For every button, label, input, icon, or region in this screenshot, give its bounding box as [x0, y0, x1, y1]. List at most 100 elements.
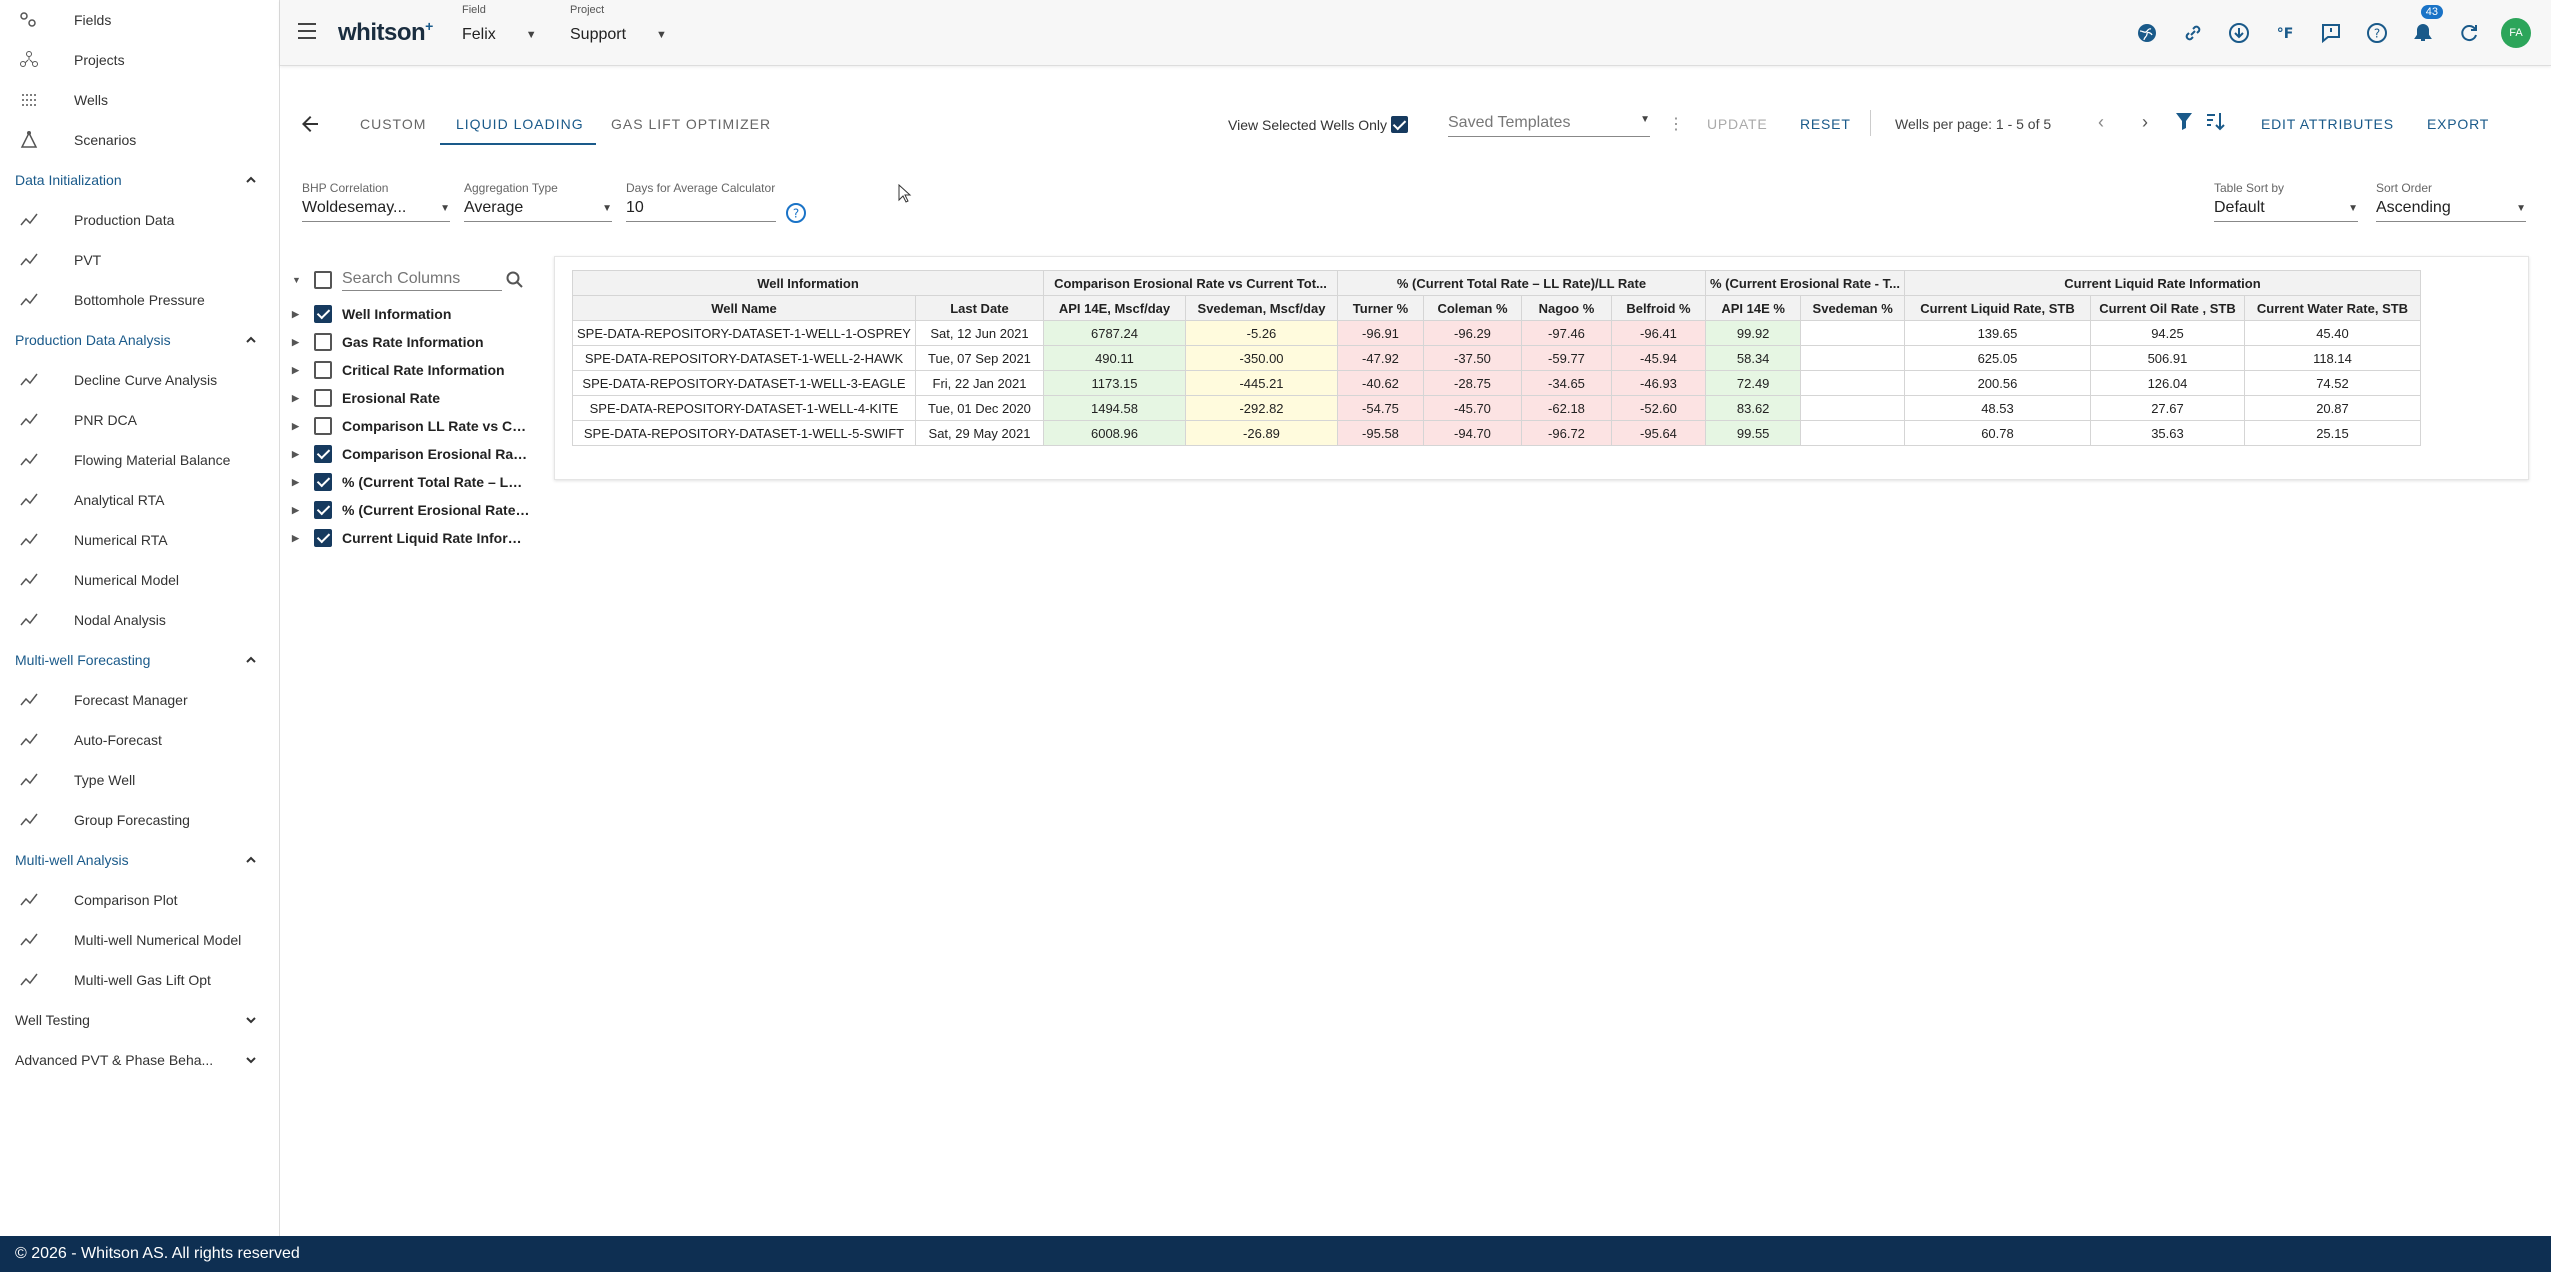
table-sort-by-select[interactable]: Table Sort by Default ▼ — [2214, 181, 2358, 222]
expand-caret-icon[interactable]: ▶ — [292, 505, 302, 516]
expand-all-icon[interactable]: ▼ — [292, 275, 302, 285]
refresh-icon[interactable] — [2455, 19, 2483, 47]
tree-checkbox[interactable] — [314, 305, 332, 323]
sidebar-item-bottomhole-pressure[interactable]: Bottomhole Pressure — [0, 280, 279, 320]
tree-checkbox[interactable] — [314, 417, 332, 435]
sidebar-section-multi-well-forecasting[interactable]: Multi-well Forecasting — [0, 640, 279, 680]
feedback-icon[interactable] — [2317, 19, 2345, 47]
column-header[interactable]: Coleman % — [1422, 295, 1522, 321]
tree-item-current-total-rate-ll-r[interactable]: ▶ % (Current Total Rate – LL R... — [288, 468, 548, 496]
sidebar-section-production-data-analysis[interactable]: Production Data Analysis — [0, 320, 279, 360]
globe-icon[interactable] — [2133, 19, 2161, 47]
sort-icon[interactable] — [2204, 110, 2226, 132]
sidebar-item-nodal-analysis[interactable]: Nodal Analysis — [0, 600, 279, 640]
tree-checkbox[interactable] — [314, 389, 332, 407]
column-header[interactable]: Current Water Rate, STB — [2243, 295, 2421, 321]
sidebar-item-type-well[interactable]: Type Well — [0, 760, 279, 800]
sidebar-item-pnr-dca[interactable]: PNR DCA — [0, 400, 279, 440]
sidebar-item-comparison-plot[interactable]: Comparison Plot — [0, 880, 279, 920]
bell-icon[interactable]: 43 — [2409, 5, 2443, 47]
tab-custom[interactable]: CUSTOM — [360, 116, 426, 132]
expand-caret-icon[interactable]: ▶ — [292, 337, 302, 348]
column-header[interactable]: API 14E % — [1704, 295, 1802, 321]
column-header[interactable]: Svedeman % — [1800, 295, 1905, 321]
help-icon[interactable]: ? — [2363, 19, 2391, 47]
next-page-icon[interactable]: › — [2142, 112, 2148, 133]
sidebar-item-projects[interactable]: Projects — [0, 40, 279, 80]
tree-checkbox[interactable] — [314, 333, 332, 351]
tab-liquid-loading[interactable]: LIQUID LOADING — [456, 116, 584, 132]
column-header[interactable]: Well Name — [572, 295, 916, 321]
sidebar-item-scenarios[interactable]: Scenarios — [0, 120, 279, 160]
tree-item-comparison-erosional-rate[interactable]: ▶ Comparison Erosional Rate ... — [288, 440, 548, 468]
sidebar-item-flowing-material-balance[interactable]: Flowing Material Balance — [0, 440, 279, 480]
tree-checkbox[interactable] — [314, 361, 332, 379]
table-row[interactable]: SPE-DATA-REPOSITORY-DATASET-1-WELL-1-OSP… — [572, 320, 2421, 346]
filter-icon[interactable] — [2174, 110, 2194, 132]
bhp-correlation-select[interactable]: BHP Correlation Woldesemay... ▼ — [302, 181, 450, 222]
sidebar-item-multi-well-numerical-model[interactable]: Multi-well Numerical Model — [0, 920, 279, 960]
tree-item-erosional-rate[interactable]: ▶ Erosional Rate — [288, 384, 548, 412]
select-all-checkbox[interactable] — [314, 271, 332, 289]
reset-button[interactable]: RESET — [1800, 116, 1851, 132]
column-header[interactable]: Last Date — [914, 295, 1044, 321]
download-icon[interactable] — [2225, 19, 2253, 47]
sidebar-item-group-forecasting[interactable]: Group Forecasting — [0, 800, 279, 840]
sidebar-section-well-testing[interactable]: Well Testing — [0, 1000, 279, 1040]
column-header[interactable]: Current Oil Rate , STB — [2089, 295, 2245, 321]
tree-item-gas-rate-information[interactable]: ▶ Gas Rate Information — [288, 328, 548, 356]
expand-caret-icon[interactable]: ▶ — [292, 533, 302, 544]
expand-caret-icon[interactable]: ▶ — [292, 365, 302, 376]
sidebar-item-wells[interactable]: Wells — [0, 80, 279, 120]
table-row[interactable]: SPE-DATA-REPOSITORY-DATASET-1-WELL-4-KIT… — [572, 395, 2421, 421]
sidebar-item-pvt[interactable]: PVT — [0, 240, 279, 280]
export-button[interactable]: EXPORT — [2427, 116, 2489, 132]
project-selector[interactable]: Project Support ▼ — [570, 4, 667, 44]
column-header[interactable]: Turner % — [1336, 295, 1424, 321]
column-header[interactable]: API 14E, Mscf/day — [1042, 295, 1186, 321]
expand-caret-icon[interactable]: ▶ — [292, 421, 302, 432]
sidebar-item-numerical-rta[interactable]: Numerical RTA — [0, 520, 279, 560]
sidebar-item-multi-well-gas-lift-opt[interactable]: Multi-well Gas Lift Opt — [0, 960, 279, 1000]
search-columns-input[interactable] — [342, 269, 502, 291]
avatar[interactable]: FA — [2501, 18, 2531, 48]
tree-checkbox[interactable] — [314, 445, 332, 463]
table-row[interactable]: SPE-DATA-REPOSITORY-DATASET-1-WELL-3-EAG… — [572, 370, 2421, 396]
column-header[interactable]: Belfroid % — [1610, 295, 1706, 321]
sidebar-section-data-initialization[interactable]: Data Initialization — [0, 160, 279, 200]
tree-item-well-information[interactable]: ▶ Well Information — [288, 300, 548, 328]
expand-caret-icon[interactable]: ▶ — [292, 477, 302, 488]
search-icon[interactable] — [506, 271, 524, 289]
aggregation-type-select[interactable]: Aggregation Type Average ▼ — [464, 181, 612, 222]
expand-caret-icon[interactable]: ▶ — [292, 309, 302, 320]
table-row[interactable]: SPE-DATA-REPOSITORY-DATASET-1-WELL-2-HAW… — [572, 345, 2421, 371]
tree-item-current-erosional-rate[interactable]: ▶ % (Current Erosional Rate - ... — [288, 496, 548, 524]
tab-gas-lift-optimizer[interactable]: GAS LIFT OPTIMIZER — [611, 116, 771, 132]
expand-caret-icon[interactable]: ▶ — [292, 449, 302, 460]
sidebar-section-multi-well-analysis[interactable]: Multi-well Analysis — [0, 840, 279, 880]
tree-item-comparison-ll-rate-vs-curr[interactable]: ▶ Comparison LL Rate vs Curr... — [288, 412, 548, 440]
sidebar-item-production-data[interactable]: Production Data — [0, 200, 279, 240]
sidebar-section-advanced-pvt-phase-beha[interactable]: Advanced PVT & Phase Beha... — [0, 1040, 279, 1080]
table-row[interactable]: SPE-DATA-REPOSITORY-DATASET-1-WELL-5-SWI… — [572, 420, 2421, 446]
app-logo[interactable]: whitson+ — [338, 18, 433, 47]
saved-templates-select[interactable]: Saved Templates ▼ — [1448, 114, 1650, 137]
sort-order-select[interactable]: Sort Order Ascending ▼ — [2376, 181, 2526, 222]
days-average-field[interactable]: Days for Average Calculator 10 — [626, 181, 776, 222]
help-icon[interactable]: ? — [785, 202, 807, 224]
tree-checkbox[interactable] — [314, 529, 332, 547]
column-header[interactable]: Current Liquid Rate, STB — [1903, 295, 2091, 321]
sidebar-item-decline-curve-analysis[interactable]: Decline Curve Analysis — [0, 360, 279, 400]
more-vert-icon[interactable]: ⋮ — [1668, 114, 1684, 134]
tree-item-critical-rate-information[interactable]: ▶ Critical Rate Information — [288, 356, 548, 384]
link-icon[interactable] — [2179, 19, 2207, 47]
sidebar-item-fields[interactable]: Fields — [0, 0, 279, 40]
sidebar-item-numerical-model[interactable]: Numerical Model — [0, 560, 279, 600]
edit-attributes-button[interactable]: EDIT ATTRIBUTES — [2261, 116, 2394, 132]
tree-checkbox[interactable] — [314, 501, 332, 519]
column-header[interactable]: Nagoo % — [1520, 295, 1612, 321]
tree-checkbox[interactable] — [314, 473, 332, 491]
sidebar-item-forecast-manager[interactable]: Forecast Manager — [0, 680, 279, 720]
expand-caret-icon[interactable]: ▶ — [292, 393, 302, 404]
field-selector[interactable]: Field Felix ▼ — [462, 4, 537, 44]
